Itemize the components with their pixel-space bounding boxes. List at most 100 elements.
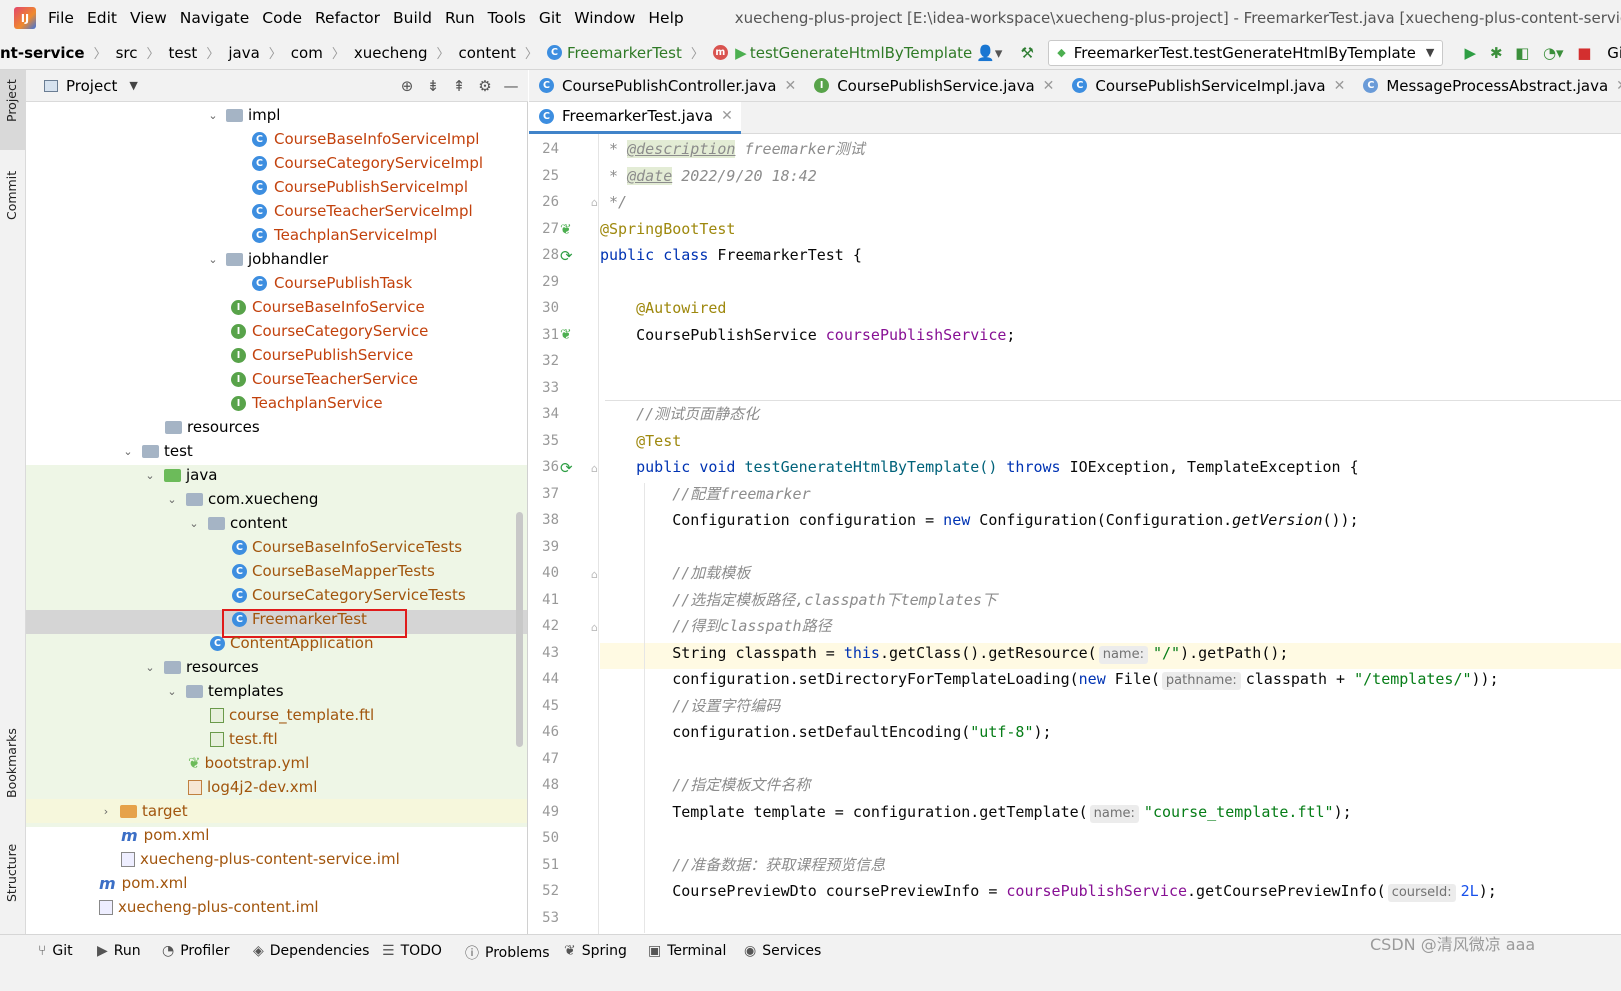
tree-item-impl[interactable]: ⌄ impl <box>26 103 527 127</box>
breadcrumb-java[interactable]: java <box>228 44 259 62</box>
tree-item-coursepublishservice[interactable]: I CoursePublishService <box>26 343 527 367</box>
menu-navigate[interactable]: Navigate <box>180 9 250 27</box>
chevron-down-icon[interactable]: ⌄ <box>143 469 157 482</box>
tree-item-com-xuecheng[interactable]: ⌄ com.xuecheng <box>26 487 527 511</box>
debug-bug-icon[interactable]: ✱ <box>1483 40 1509 66</box>
tree-item-coursecategoryservice[interactable]: I CourseCategoryService <box>26 319 527 343</box>
close-icon[interactable]: ✕ <box>1334 78 1346 94</box>
chevron-down-icon[interactable]: ⌄ <box>165 493 179 506</box>
chevron-down-icon[interactable]: ⌄ <box>143 661 157 674</box>
breadcrumb-test[interactable]: test <box>169 44 198 62</box>
fold-marker-icon[interactable]: ⌂ <box>591 196 598 209</box>
chevron-down-icon[interactable]: ⌄ <box>165 685 179 698</box>
menu-code[interactable]: Code <box>262 9 302 27</box>
project-panel-title[interactable]: Project <box>66 77 117 95</box>
profiler-tool-button[interactable]: ◔ Profiler <box>162 943 230 959</box>
build-hammer-icon[interactable]: ⚒ <box>1014 40 1040 66</box>
problems-tool-button[interactable]: ⓘ Problems <box>465 943 550 963</box>
tree-item-pom-xml-service[interactable]: m pom.xml <box>26 823 527 847</box>
profile-icon[interactable]: ◔▾ <box>1535 40 1571 66</box>
code-editor[interactable]: * @description freemarker测试 * @date 2022… <box>600 134 1621 934</box>
services-tool-button[interactable]: ◉ Services <box>744 943 821 959</box>
tab-messageprocessabstract[interactable]: C MessageProcessAbstract.java ✕ <box>1353 70 1621 101</box>
menu-help[interactable]: Help <box>648 9 683 27</box>
tree-item-content-iml[interactable]: xuecheng-plus-content.iml <box>26 895 527 919</box>
menu-edit[interactable]: Edit <box>87 9 117 27</box>
breadcrumb-class[interactable]: FreemarkerTest <box>567 44 682 62</box>
tree-item-coursebasemappertests[interactable]: C CourseBaseMapperTests <box>26 559 527 583</box>
structure-tool-label[interactable]: Structure <box>4 844 19 902</box>
tree-item-coursebaseinfoserviceimpl[interactable]: C CourseBaseInfoServiceImpl <box>26 127 527 151</box>
tree-item-teachplanservice[interactable]: I TeachplanService <box>26 391 527 415</box>
menu-git[interactable]: Git <box>539 9 561 27</box>
close-icon[interactable]: ✕ <box>784 78 796 94</box>
git-toolbar-label[interactable]: Git: <box>1607 44 1621 62</box>
tree-item-test[interactable]: ⌄ test <box>26 439 527 463</box>
dependencies-tool-button[interactable]: ◈ Dependencies <box>253 943 369 959</box>
tab-coursepublishservice[interactable]: I CoursePublishService.java ✕ <box>804 70 1062 101</box>
menu-file[interactable]: File <box>48 9 74 27</box>
menu-window[interactable]: Window <box>574 9 635 27</box>
chevron-down-icon[interactable]: ⌄ <box>121 445 135 458</box>
chevron-right-icon[interactable]: › <box>99 805 113 818</box>
tree-item-teachplanserviceimpl[interactable]: C TeachplanServiceImpl <box>26 223 527 247</box>
minimize-icon[interactable]: — <box>498 73 524 99</box>
tree-item-courseteacherservice[interactable]: I CourseTeacherService <box>26 367 527 391</box>
tree-item-coursebaseinfoservicetests[interactable]: C CourseBaseInfoServiceTests <box>26 535 527 559</box>
chevron-down-icon[interactable]: ⌄ <box>206 253 220 266</box>
tree-item-coursepublishtask[interactable]: C CoursePublishTask <box>26 271 527 295</box>
menu-view[interactable]: View <box>130 9 167 27</box>
tree-item-java[interactable]: ⌄ java <box>26 463 527 487</box>
tree-item-resources-main[interactable]: resources <box>26 415 527 439</box>
run-icon[interactable]: ▶ <box>1457 40 1483 66</box>
git-tool-button[interactable]: ⑂ Git <box>38 943 73 959</box>
menu-refactor[interactable]: Refactor <box>315 9 380 27</box>
tree-item-templates[interactable]: ⌄ templates <box>26 679 527 703</box>
tree-item-test-ftl[interactable]: test.ftl <box>26 727 527 751</box>
fold-marker-icon[interactable]: ⌂ <box>591 621 598 634</box>
stop-icon[interactable]: ■ <box>1571 40 1597 66</box>
menu-run[interactable]: Run <box>445 9 475 27</box>
user-dropdown-icon[interactable]: 👤▾ <box>972 40 1006 66</box>
tab-freemarkertest[interactable]: C FreemarkerTest.java ✕ <box>529 101 741 134</box>
tree-item-coursepublishserviceimpl[interactable]: C CoursePublishServiceImpl <box>26 175 527 199</box>
tree-item-courseteacherserviceimpl[interactable]: C CourseTeacherServiceImpl <box>26 199 527 223</box>
run-test-gutter-icon[interactable]: ⟳ <box>560 459 573 477</box>
coverage-icon[interactable]: ◧ <box>1509 40 1535 66</box>
spring-bean-icon[interactable]: ❦ <box>560 222 572 238</box>
run-tool-button[interactable]: ▶ Run <box>97 943 141 959</box>
commit-tool-label[interactable]: Commit <box>4 171 19 220</box>
close-icon[interactable]: ✕ <box>1043 78 1055 94</box>
fold-marker-icon[interactable]: ⌂ <box>591 568 598 581</box>
breadcrumb-com[interactable]: com <box>291 44 323 62</box>
todo-tool-button[interactable]: ☰ TODO <box>382 943 442 959</box>
tree-item-coursecategoryservicetests[interactable]: C CourseCategoryServiceTests <box>26 583 527 607</box>
locate-target-icon[interactable]: ⊕ <box>394 73 420 99</box>
menu-build[interactable]: Build <box>393 9 432 27</box>
tab-coursepublishcontroller[interactable]: C CoursePublishController.java ✕ <box>529 70 804 101</box>
tab-coursepublishserviceimpl[interactable]: C CoursePublishServiceImpl.java ✕ <box>1062 70 1353 101</box>
tree-item-service-iml[interactable]: xuecheng-plus-content-service.iml <box>26 847 527 871</box>
run-configuration-select[interactable]: ◆ FreemarkerTest.testGenerateHtmlByTempl… <box>1048 39 1444 66</box>
fold-marker-icon[interactable]: ⌂ <box>591 462 598 475</box>
breadcrumb-xuecheng[interactable]: xuecheng <box>354 44 428 62</box>
tree-item-resources-test[interactable]: ⌄ resources <box>26 655 527 679</box>
close-icon[interactable]: ✕ <box>721 108 733 124</box>
tree-item-target[interactable]: › target <box>26 799 527 823</box>
run-test-gutter-icon[interactable]: ⟳ <box>560 247 573 265</box>
tree-scrollbar[interactable] <box>516 512 523 747</box>
tree-item-log4j2-dev-xml[interactable]: log4j2-dev.xml <box>26 775 527 799</box>
spring-tool-button[interactable]: ❦ Spring <box>564 943 627 959</box>
tree-item-coursebaseinfoservice[interactable]: I CourseBaseInfoService <box>26 295 527 319</box>
bookmarks-tool-label[interactable]: Bookmarks <box>4 728 19 798</box>
breadcrumb-src[interactable]: src <box>116 44 138 62</box>
tree-item-course-template-ftl[interactable]: course_template.ftl <box>26 703 527 727</box>
terminal-tool-button[interactable]: ▣ Terminal <box>648 943 726 959</box>
tree-item-bootstrap-yml[interactable]: ❦ bootstrap.yml <box>26 751 527 775</box>
tree-item-content[interactable]: ⌄ content <box>26 511 527 535</box>
gear-icon[interactable]: ⚙ <box>472 73 498 99</box>
tree-item-contentapplication[interactable]: C ContentApplication <box>26 631 527 655</box>
tree-item-coursecategoryserviceimpl[interactable]: C CourseCategoryServiceImpl <box>26 151 527 175</box>
breadcrumb-module[interactable]: nt-service <box>0 44 85 62</box>
breadcrumb-content[interactable]: content <box>458 44 515 62</box>
